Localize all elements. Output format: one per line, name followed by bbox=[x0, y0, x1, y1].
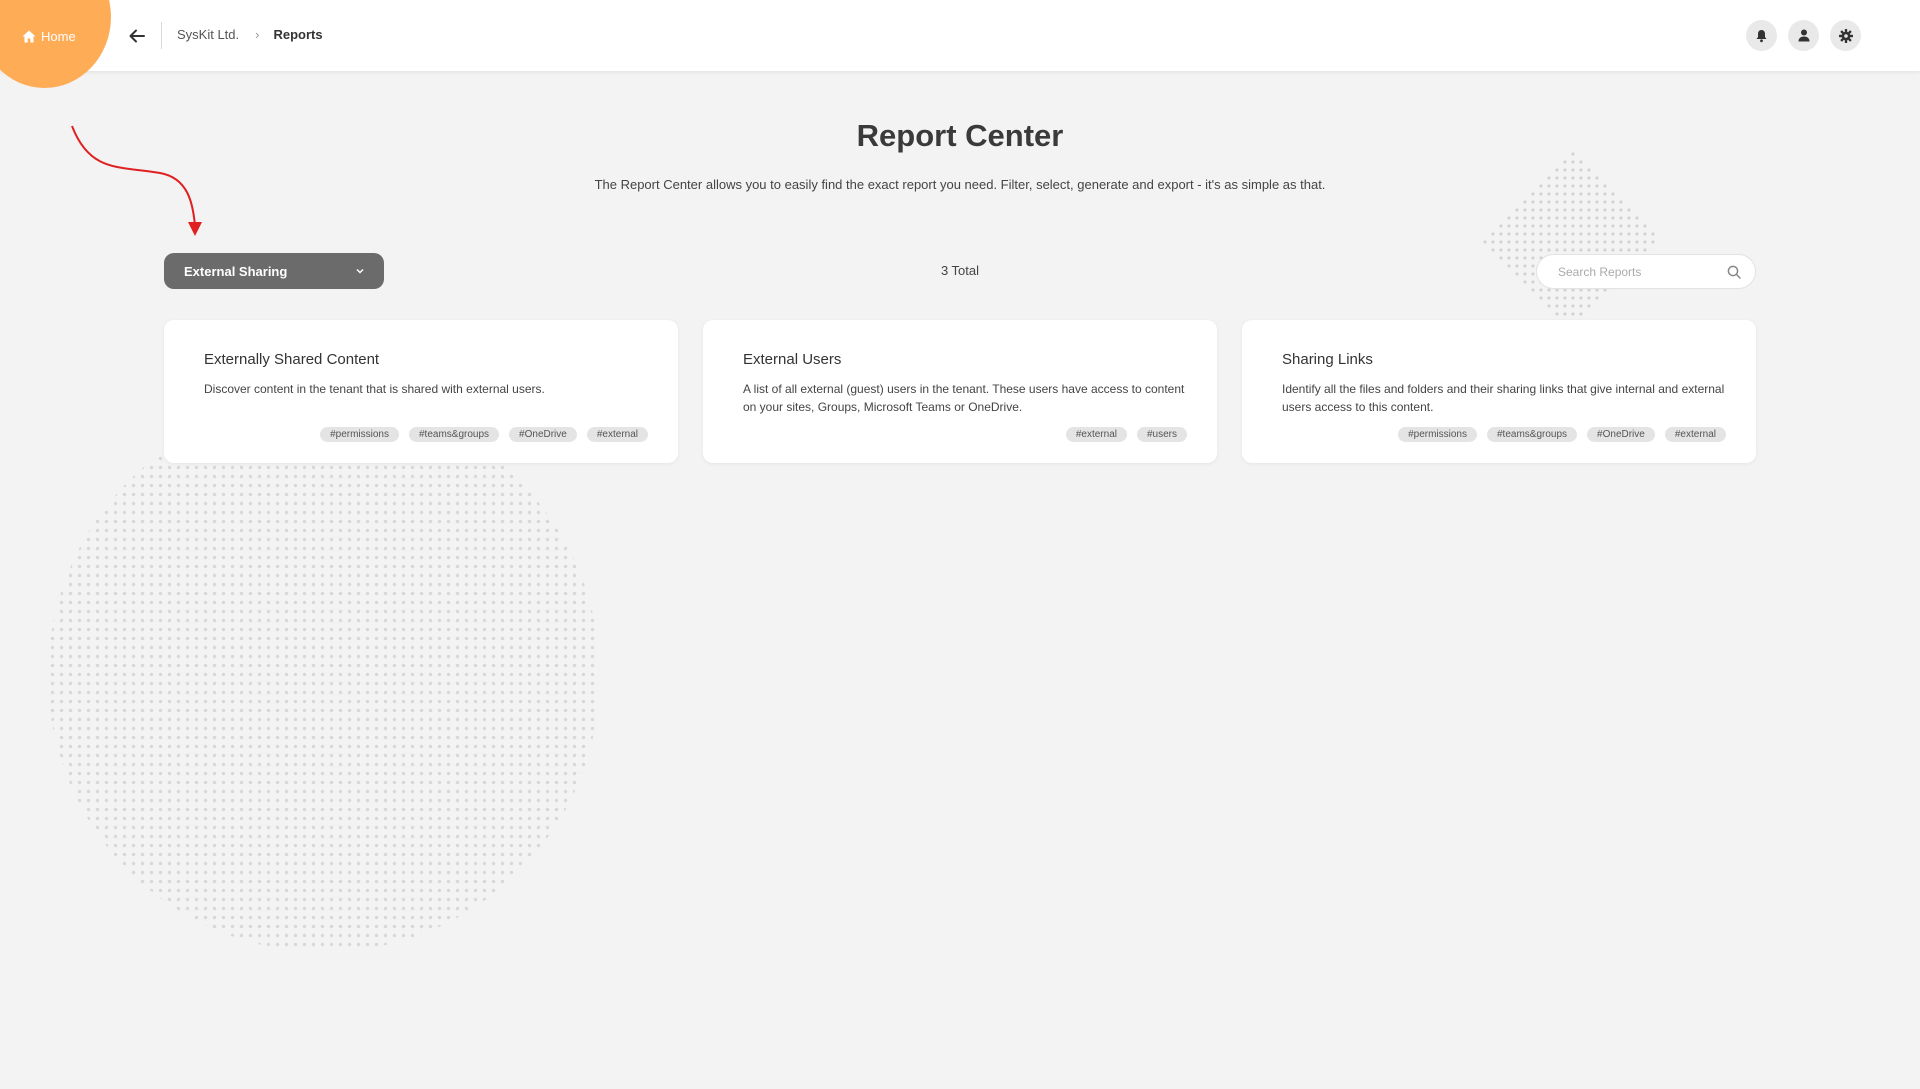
report-card-description: Identify all the files and folders and t… bbox=[1282, 382, 1725, 414]
search-icon[interactable] bbox=[1727, 265, 1741, 279]
home-button[interactable]: Home bbox=[22, 26, 76, 46]
tag-chip[interactable]: #permissions bbox=[1398, 427, 1477, 442]
category-filter-value: External Sharing bbox=[184, 263, 288, 279]
report-card-tags: #permissions #teams&groups #OneDrive #ex… bbox=[1398, 427, 1726, 442]
tag-chip[interactable]: #external bbox=[586, 427, 648, 442]
report-card-external-users[interactable]: External Users A list of all external (g… bbox=[703, 320, 1217, 463]
breadcrumb: SysKit Ltd. › Reports bbox=[177, 27, 323, 42]
breadcrumb-current: Reports bbox=[273, 27, 323, 42]
report-card-title: Externally Shared Content bbox=[204, 351, 380, 368]
home-icon bbox=[22, 30, 36, 42]
gear-icon bbox=[1838, 28, 1853, 43]
tag-chip[interactable]: #OneDrive bbox=[1587, 427, 1655, 442]
tag-chip[interactable]: #external bbox=[1664, 427, 1726, 442]
report-card-sharing-links[interactable]: Sharing Links Identify all the files and… bbox=[1242, 320, 1756, 463]
tag-chip[interactable]: #users bbox=[1136, 427, 1187, 442]
tag-chip[interactable]: #external bbox=[1065, 427, 1127, 442]
search-input[interactable] bbox=[1556, 263, 1727, 280]
decorative-dot-circle bbox=[48, 400, 600, 952]
tag-chip[interactable]: #OneDrive bbox=[509, 427, 577, 442]
category-filter-dropdown[interactable]: External Sharing bbox=[164, 253, 384, 289]
tag-chip[interactable]: #teams&groups bbox=[1487, 427, 1578, 442]
breadcrumb-root-link[interactable]: SysKit Ltd. bbox=[177, 27, 239, 42]
page-subtitle: The Report Center allows you to easily f… bbox=[594, 177, 1326, 192]
report-card-externally-shared-content[interactable]: Externally Shared Content Discover conte… bbox=[164, 320, 678, 463]
home-label: Home bbox=[41, 28, 76, 44]
tag-chip[interactable]: #permissions bbox=[320, 427, 399, 442]
page-title: Report Center bbox=[856, 118, 1064, 153]
profile-button[interactable] bbox=[1788, 20, 1819, 51]
chevron-down-icon bbox=[356, 268, 364, 274]
arrow-left-icon bbox=[129, 29, 145, 43]
nav-divider bbox=[161, 22, 162, 49]
report-card-tags: #external #users bbox=[1065, 427, 1187, 442]
bell-icon bbox=[1756, 29, 1767, 42]
report-card-title: External Users bbox=[743, 351, 842, 368]
chevron-right-icon: › bbox=[255, 27, 260, 42]
report-card-tags: #permissions #teams&groups #OneDrive #ex… bbox=[320, 427, 648, 442]
report-card-description: Discover content in the tenant that is s… bbox=[204, 382, 545, 396]
notifications-button[interactable] bbox=[1746, 20, 1777, 51]
report-card-description: A list of all external (guest) users in … bbox=[743, 382, 1185, 414]
settings-button[interactable] bbox=[1830, 20, 1861, 51]
top-icon-group bbox=[1746, 20, 1861, 51]
report-card-list: Externally Shared Content Discover conte… bbox=[164, 320, 1756, 463]
tag-chip[interactable]: #teams&groups bbox=[409, 427, 500, 442]
top-bar: SysKit Ltd. › Reports bbox=[0, 0, 1920, 71]
report-card-title: Sharing Links bbox=[1282, 351, 1373, 368]
user-icon bbox=[1798, 29, 1809, 42]
search-box bbox=[1536, 254, 1756, 289]
back-button[interactable] bbox=[126, 25, 148, 47]
